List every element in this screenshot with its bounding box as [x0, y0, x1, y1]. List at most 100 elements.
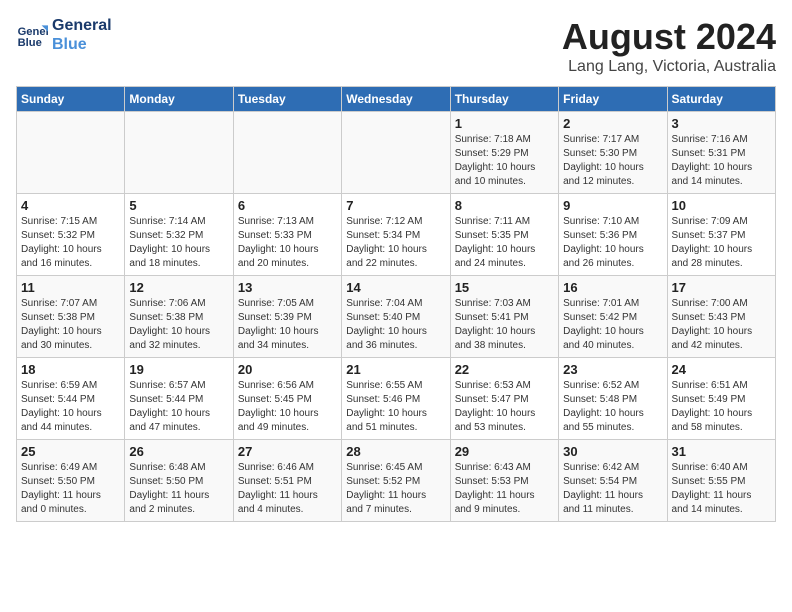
day-info: Sunrise: 7:10 AM Sunset: 5:36 PM Dayligh… [563, 215, 662, 271]
calendar-cell: 22 Sunrise: 6:53 AM Sunset: 5:47 PM Dayli… [450, 358, 558, 440]
day-info: Sunrise: 7:06 AM Sunset: 5:38 PM Dayligh… [129, 297, 228, 353]
day-number: 28 [346, 444, 445, 459]
day-info: Sunrise: 7:17 AM Sunset: 5:30 PM Dayligh… [563, 133, 662, 189]
calendar-cell: 26 Sunrise: 6:48 AM Sunset: 5:50 PM Dayli… [125, 440, 233, 522]
calendar-cell: 2Sunrise: 7:17 AM Sunset: 5:30 PM Daylig… [559, 112, 667, 194]
day-info: Sunrise: 6:49 AM Sunset: 5:50 PM Dayligh… [21, 461, 120, 517]
calendar-cell [17, 112, 125, 194]
day-info: Sunrise: 7:05 AM Sunset: 5:39 PM Dayligh… [238, 297, 337, 353]
day-number: 15 [455, 280, 554, 295]
day-number: 27 [238, 444, 337, 459]
day-info: Sunrise: 7:07 AM Sunset: 5:38 PM Dayligh… [21, 297, 120, 353]
day-number: 21 [346, 362, 445, 377]
calendar-cell: 18 Sunrise: 6:59 AM Sunset: 5:44 PM Dayli… [17, 358, 125, 440]
calendar-cell: 27Sunrise: 6:46 AM Sunset: 5:51 PM Dayli… [233, 440, 341, 522]
page-header: General Blue General Blue August 2024 La… [16, 16, 776, 76]
calendar-header-row: SundayMondayTuesdayWednesdayThursdayFrid… [17, 87, 776, 112]
day-number: 16 [563, 280, 662, 295]
day-info: Sunrise: 7:11 AM Sunset: 5:35 PM Dayligh… [455, 215, 554, 271]
logo-icon: General Blue [16, 19, 48, 51]
calendar-cell: 11 Sunrise: 7:07 AM Sunset: 5:38 PM Dayli… [17, 276, 125, 358]
day-number: 10 [672, 198, 771, 213]
day-number: 14 [346, 280, 445, 295]
day-number: 4 [21, 198, 120, 213]
svg-text:General: General [18, 26, 48, 38]
day-info: Sunrise: 6:51 AM Sunset: 5:49 PM Dayligh… [672, 379, 771, 435]
location: Lang Lang, Victoria, Australia [562, 58, 776, 76]
calendar-cell: 9 Sunrise: 7:10 AM Sunset: 5:36 PM Daylig… [559, 194, 667, 276]
day-number: 26 [129, 444, 228, 459]
calendar-cell: 19Sunrise: 6:57 AM Sunset: 5:44 PM Dayli… [125, 358, 233, 440]
day-number: 3 [672, 116, 771, 131]
day-info: Sunrise: 6:40 AM Sunset: 5:55 PM Dayligh… [672, 461, 771, 517]
day-number: 5 [129, 198, 228, 213]
day-number: 30 [563, 444, 662, 459]
calendar-week-row: 4Sunrise: 7:15 AM Sunset: 5:32 PM Daylig… [17, 194, 776, 276]
calendar-week-row: 11 Sunrise: 7:07 AM Sunset: 5:38 PM Dayli… [17, 276, 776, 358]
day-info: Sunrise: 6:45 AM Sunset: 5:52 PM Dayligh… [346, 461, 445, 517]
day-info: Sunrise: 7:14 AM Sunset: 5:32 PM Dayligh… [129, 215, 228, 271]
day-info: Sunrise: 6:53 AM Sunset: 5:47 PM Dayligh… [455, 379, 554, 435]
day-number: 31 [672, 444, 771, 459]
calendar-cell [233, 112, 341, 194]
day-number: 8 [455, 198, 554, 213]
day-info: Sunrise: 7:16 AM Sunset: 5:31 PM Dayligh… [672, 133, 771, 189]
day-info: Sunrise: 7:00 AM Sunset: 5:43 PM Dayligh… [672, 297, 771, 353]
calendar-table: SundayMondayTuesdayWednesdayThursdayFrid… [16, 86, 776, 522]
day-info: Sunrise: 7:18 AM Sunset: 5:29 PM Dayligh… [455, 133, 554, 189]
header-day: Thursday [450, 87, 558, 112]
header-day: Tuesday [233, 87, 341, 112]
day-info: Sunrise: 7:12 AM Sunset: 5:34 PM Dayligh… [346, 215, 445, 271]
calendar-cell: 23Sunrise: 6:52 AM Sunset: 5:48 PM Dayli… [559, 358, 667, 440]
logo-line1: General [52, 16, 112, 35]
calendar-cell: 25 Sunrise: 6:49 AM Sunset: 5:50 PM Dayli… [17, 440, 125, 522]
calendar-cell: 12 Sunrise: 7:06 AM Sunset: 5:38 PM Dayli… [125, 276, 233, 358]
calendar-cell [125, 112, 233, 194]
calendar-cell [342, 112, 450, 194]
svg-text:Blue: Blue [18, 37, 42, 49]
calendar-cell: 30 Sunrise: 6:42 AM Sunset: 5:54 PM Dayli… [559, 440, 667, 522]
calendar-cell: 16 Sunrise: 7:01 AM Sunset: 5:42 PM Dayli… [559, 276, 667, 358]
calendar-cell: 13Sunrise: 7:05 AM Sunset: 5:39 PM Dayli… [233, 276, 341, 358]
day-number: 17 [672, 280, 771, 295]
calendar-cell: 15 Sunrise: 7:03 AM Sunset: 5:41 PM Dayli… [450, 276, 558, 358]
calendar-cell: 8 Sunrise: 7:11 AM Sunset: 5:35 PM Daylig… [450, 194, 558, 276]
calendar-cell: 21 Sunrise: 6:55 AM Sunset: 5:46 PM Dayli… [342, 358, 450, 440]
day-info: Sunrise: 6:56 AM Sunset: 5:45 PM Dayligh… [238, 379, 337, 435]
day-number: 20 [238, 362, 337, 377]
day-info: Sunrise: 6:42 AM Sunset: 5:54 PM Dayligh… [563, 461, 662, 517]
day-info: Sunrise: 6:55 AM Sunset: 5:46 PM Dayligh… [346, 379, 445, 435]
day-number: 18 [21, 362, 120, 377]
day-number: 22 [455, 362, 554, 377]
header-day: Monday [125, 87, 233, 112]
calendar-week-row: 25 Sunrise: 6:49 AM Sunset: 5:50 PM Dayli… [17, 440, 776, 522]
calendar-cell: 10 Sunrise: 7:09 AM Sunset: 5:37 PM Dayli… [667, 194, 775, 276]
day-info: Sunrise: 7:03 AM Sunset: 5:41 PM Dayligh… [455, 297, 554, 353]
calendar-cell: 20 Sunrise: 6:56 AM Sunset: 5:45 PM Dayli… [233, 358, 341, 440]
day-number: 25 [21, 444, 120, 459]
title-block: August 2024 Lang Lang, Victoria, Austral… [562, 16, 776, 76]
calendar-cell: 14 Sunrise: 7:04 AM Sunset: 5:40 PM Dayli… [342, 276, 450, 358]
calendar-cell: 4Sunrise: 7:15 AM Sunset: 5:32 PM Daylig… [17, 194, 125, 276]
day-info: Sunrise: 7:13 AM Sunset: 5:33 PM Dayligh… [238, 215, 337, 271]
day-info: Sunrise: 7:04 AM Sunset: 5:40 PM Dayligh… [346, 297, 445, 353]
header-day: Saturday [667, 87, 775, 112]
calendar-cell: 5 Sunrise: 7:14 AM Sunset: 5:32 PM Daylig… [125, 194, 233, 276]
day-info: Sunrise: 6:48 AM Sunset: 5:50 PM Dayligh… [129, 461, 228, 517]
day-number: 7 [346, 198, 445, 213]
header-day: Wednesday [342, 87, 450, 112]
calendar-week-row: 18 Sunrise: 6:59 AM Sunset: 5:44 PM Dayli… [17, 358, 776, 440]
calendar-cell: 24Sunrise: 6:51 AM Sunset: 5:49 PM Dayli… [667, 358, 775, 440]
day-number: 6 [238, 198, 337, 213]
day-number: 9 [563, 198, 662, 213]
day-number: 12 [129, 280, 228, 295]
logo-line2: Blue [52, 35, 112, 54]
day-number: 1 [455, 116, 554, 131]
day-info: Sunrise: 7:09 AM Sunset: 5:37 PM Dayligh… [672, 215, 771, 271]
logo: General Blue General Blue [16, 16, 112, 54]
calendar-week-row: 1 Sunrise: 7:18 AM Sunset: 5:29 PM Daylig… [17, 112, 776, 194]
day-info: Sunrise: 7:01 AM Sunset: 5:42 PM Dayligh… [563, 297, 662, 353]
header-day: Sunday [17, 87, 125, 112]
day-number: 11 [21, 280, 120, 295]
day-info: Sunrise: 6:59 AM Sunset: 5:44 PM Dayligh… [21, 379, 120, 435]
